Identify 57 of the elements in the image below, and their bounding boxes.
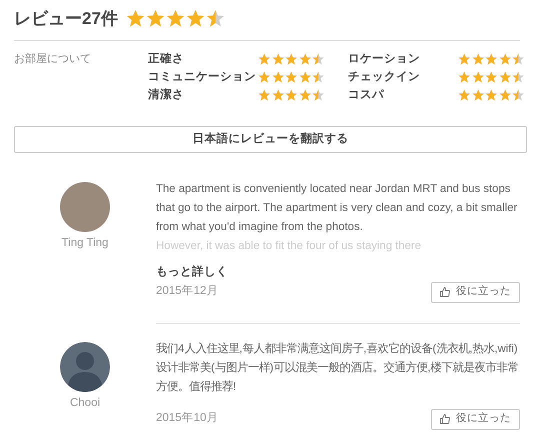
rating-label: コミュニケーション bbox=[148, 70, 257, 85]
rating-label: ロケーション bbox=[348, 52, 421, 66]
star-icon bbox=[126, 9, 145, 28]
star-icon bbox=[285, 71, 298, 84]
review-date: 2015年12月 bbox=[156, 284, 218, 300]
review-date: 2015年10月 bbox=[156, 410, 218, 426]
thumbs-up-icon bbox=[440, 414, 450, 424]
star-icon bbox=[485, 52, 498, 66]
thumbs-up-icon bbox=[440, 287, 450, 297]
category-label: お部屋について bbox=[14, 52, 92, 67]
read-more-link[interactable]: もっと詳しく bbox=[156, 264, 228, 282]
star-icon bbox=[146, 9, 165, 28]
star-icon bbox=[472, 52, 484, 66]
author-name: Ting Ting bbox=[62, 236, 108, 252]
photo-placeholder bbox=[60, 182, 110, 232]
star-icon bbox=[258, 71, 270, 84]
rating-label: チェックイン bbox=[348, 70, 421, 85]
star-icon bbox=[458, 52, 470, 66]
review-text: The apartment is conveniently located near Jordan MRT and bus stops that go to the airport. The apartment is very clean and cozy, a bit smaller from what you'd imagine from the photos. bbox=[156, 182, 518, 236]
reviews-title: レビュー27件 bbox=[14, 8, 118, 30]
rating-label: 正確さ bbox=[148, 52, 185, 66]
star-icon bbox=[512, 71, 524, 84]
star-icon bbox=[512, 89, 524, 102]
star-icon bbox=[312, 71, 324, 84]
star-icon bbox=[298, 71, 311, 84]
star-icon bbox=[166, 9, 185, 28]
rating-label: コスパ bbox=[348, 88, 385, 103]
star-icon bbox=[272, 89, 284, 102]
helpful-button[interactable]: 役に立った bbox=[431, 408, 520, 430]
star-icon bbox=[298, 89, 311, 102]
star-icon bbox=[298, 52, 311, 66]
star-icon bbox=[485, 89, 498, 102]
star-icon bbox=[258, 52, 270, 66]
rating-label: 清潔さ bbox=[148, 87, 185, 103]
star-icon bbox=[458, 89, 470, 102]
star-icon bbox=[312, 89, 324, 102]
star-icon bbox=[472, 89, 484, 102]
star-icon bbox=[498, 71, 511, 84]
star-icon bbox=[312, 52, 324, 66]
star-icon bbox=[272, 52, 284, 66]
helpful-button[interactable]: 役に立った bbox=[431, 282, 520, 302]
star-icon bbox=[458, 71, 470, 84]
star-icon bbox=[485, 71, 498, 84]
star-icon bbox=[498, 89, 511, 102]
star-icon bbox=[498, 52, 511, 66]
author-name: Chooi bbox=[70, 396, 100, 410]
review-text: 我们4人入住这里,每人都非常满意这间房子,喜欢它的设备(洗衣机,热水,wifi) 设计非常美(与图片一样)可以混美一般的酒店。交通方便,楼下就是夜市非常方便。值得推荐! bbox=[156, 341, 520, 394]
translate-button[interactable]: 日本語にレビューを翻訳する bbox=[14, 126, 527, 154]
star-icon bbox=[472, 71, 484, 84]
star-icon bbox=[285, 89, 298, 102]
star-icon bbox=[272, 71, 284, 84]
star-icon bbox=[186, 9, 205, 28]
avatar-icon bbox=[60, 342, 110, 392]
star-icon bbox=[206, 9, 225, 28]
star-icon bbox=[258, 89, 270, 102]
star-icon bbox=[512, 52, 524, 66]
star-icon bbox=[285, 52, 298, 66]
